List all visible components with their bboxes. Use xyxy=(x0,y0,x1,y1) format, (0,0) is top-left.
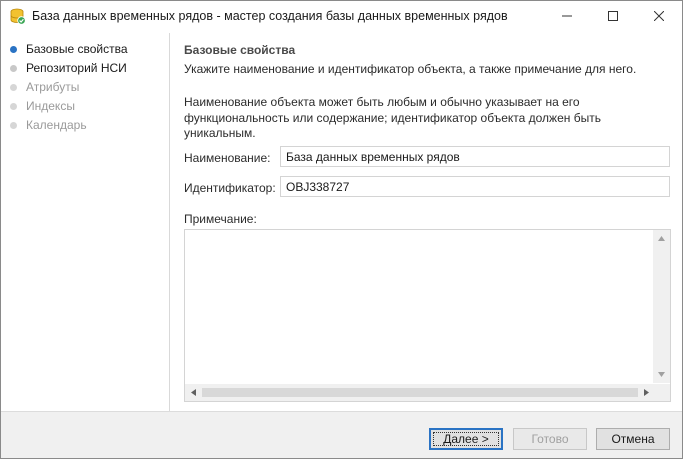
name-input[interactable] xyxy=(280,146,670,167)
next-button[interactable]: Далее > xyxy=(429,428,503,450)
minimize-icon xyxy=(562,10,572,24)
scroll-down-icon[interactable] xyxy=(653,366,670,383)
database-icon xyxy=(10,8,26,25)
step-calendar: Календарь xyxy=(1,116,169,135)
identifier-label: Идентификатор: xyxy=(184,181,276,195)
step-basic-properties[interactable]: Базовые свойства xyxy=(1,40,169,59)
close-icon xyxy=(653,10,665,24)
vertical-scrollbar[interactable] xyxy=(653,230,670,383)
step-indexes: Индексы xyxy=(1,97,169,116)
cancel-button[interactable]: Отмена xyxy=(596,428,670,450)
maximize-button[interactable] xyxy=(590,1,636,32)
horizontal-scrollbar[interactable] xyxy=(185,384,655,401)
window-title: База данных временных рядов - мастер соз… xyxy=(32,9,508,23)
minimize-button[interactable] xyxy=(544,1,590,32)
step-label: Календарь xyxy=(26,118,87,132)
finish-button-label: Готово xyxy=(531,432,569,446)
step-label: Базовые свойства xyxy=(26,42,128,56)
wizard-steps-panel: Базовые свойства Репозиторий НСИ Атрибут… xyxy=(1,33,170,411)
scroll-corner xyxy=(653,384,670,401)
note-textarea[interactable] xyxy=(184,229,671,402)
title-bar[interactable]: База данных временных рядов - мастер соз… xyxy=(1,1,682,32)
maximize-icon xyxy=(608,10,618,24)
step-label: Индексы xyxy=(26,99,75,113)
step-indicator xyxy=(10,122,17,129)
focus-rect xyxy=(433,432,499,446)
finish-button[interactable]: Готово xyxy=(513,428,587,450)
scroll-up-icon[interactable] xyxy=(653,230,670,247)
step-label: Репозиторий НСИ xyxy=(26,61,127,75)
cancel-button-label: Отмена xyxy=(611,432,655,446)
page-heading: Базовые свойства xyxy=(184,43,296,57)
step-indicator xyxy=(10,103,17,110)
step-indicator-active xyxy=(10,46,17,53)
step-indicator xyxy=(10,84,17,91)
note-label: Примечание: xyxy=(184,212,257,226)
scroll-left-icon[interactable] xyxy=(185,384,202,401)
wizard-window: База данных временных рядов - мастер соз… xyxy=(0,0,683,459)
name-label: Наименование: xyxy=(184,151,271,165)
wizard-page: Базовые свойства Укажите наименование и … xyxy=(171,33,682,411)
identifier-input[interactable] xyxy=(280,176,670,197)
step-indicator xyxy=(10,65,17,72)
button-bar: Далее > Готово Отмена xyxy=(1,411,682,458)
step-attributes: Атрибуты xyxy=(1,78,169,97)
page-subtitle: Укажите наименование и идентификатор объ… xyxy=(184,62,637,76)
close-button[interactable] xyxy=(636,1,682,32)
horizontal-scroll-thumb[interactable] xyxy=(202,388,638,397)
step-label: Атрибуты xyxy=(26,80,80,94)
page-description: Наименование объекта может быть любым и … xyxy=(184,95,601,140)
step-nsi-repository[interactable]: Репозиторий НСИ xyxy=(1,59,169,78)
